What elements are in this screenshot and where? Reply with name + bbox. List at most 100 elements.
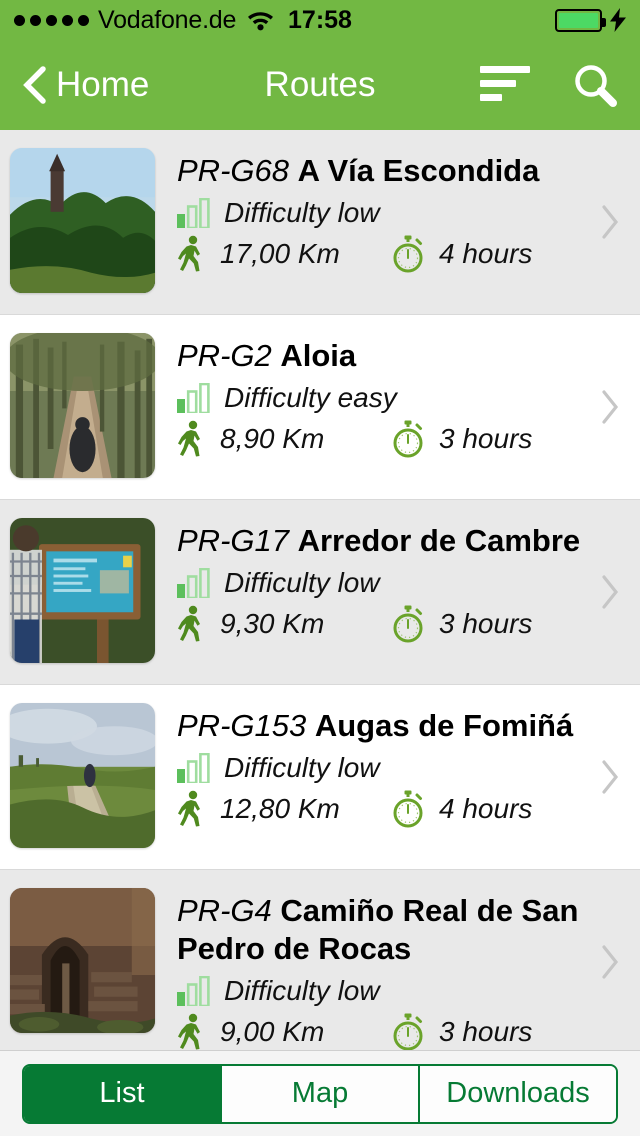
- list-item[interactable]: PR-G68 A Vía Escondida Difficulty low 17…: [0, 130, 640, 315]
- chevron-right-icon: [600, 389, 620, 425]
- stopwatch-icon: [390, 235, 426, 273]
- route-code: PR-G68: [177, 153, 289, 188]
- distance-label: 9,30 Km: [220, 608, 325, 639]
- route-code: PR-G2: [177, 338, 272, 373]
- duration-label: 3 hours: [439, 423, 533, 454]
- stopwatch-icon: [390, 790, 426, 828]
- list-item[interactable]: PR-G17 Arredor de Cambre Difficulty low …: [0, 500, 640, 685]
- route-distance: 9,30 Km: [177, 605, 377, 643]
- tab-map[interactable]: Map: [222, 1065, 420, 1122]
- chevron-left-icon: [22, 65, 48, 105]
- difficulty-label: Difficulty easy: [224, 382, 397, 413]
- difficulty-label: Difficulty low: [224, 975, 380, 1006]
- distance-label: 12,80 Km: [220, 793, 340, 824]
- difficulty-label: Difficulty low: [224, 197, 380, 228]
- route-distance: 9,00 Km: [177, 1013, 377, 1050]
- route-distance: 17,00 Km: [177, 235, 377, 273]
- distance-label: 8,90 Km: [220, 423, 325, 454]
- stopwatch-icon: [390, 420, 426, 458]
- route-stats: 12,80 Km 4 hours: [177, 790, 588, 828]
- route-difficulty: Difficulty low: [177, 751, 588, 785]
- route-difficulty: Difficulty low: [177, 196, 588, 230]
- app-root: Vodafone.de 17:58 Home Routes PR-G68 A V…: [0, 0, 640, 1136]
- difficulty-label: Difficulty low: [224, 752, 380, 783]
- list-item[interactable]: PR-G4 Camiño Real de San Pedro de Rocas …: [0, 870, 640, 1050]
- tab-list[interactable]: List: [24, 1065, 222, 1122]
- duration-label: 3 hours: [439, 608, 533, 639]
- lightning-bolt-icon: [610, 8, 626, 32]
- route-info: PR-G2 Aloia Difficulty easy 8,90 Km 3 ho…: [155, 329, 640, 458]
- chevron-right-icon: [600, 944, 620, 980]
- route-duration: 3 hours: [390, 1013, 532, 1050]
- route-distance: 8,90 Km: [177, 420, 377, 458]
- route-name: A Vía Escondida: [297, 153, 540, 188]
- route-stats: 9,30 Km 3 hours: [177, 605, 588, 643]
- route-difficulty: Difficulty low: [177, 566, 588, 600]
- route-thumbnail: [10, 333, 155, 478]
- route-title: PR-G2 Aloia: [177, 337, 588, 375]
- chevron-right-icon: [600, 204, 620, 240]
- stopwatch-icon: [390, 1013, 426, 1050]
- difficulty-bars-icon: [177, 197, 211, 230]
- walking-person-icon: [177, 605, 207, 643]
- route-thumbnail: [10, 703, 155, 848]
- route-duration: 3 hours: [390, 605, 532, 643]
- route-thumbnail: [10, 888, 155, 1033]
- route-code: PR-G4: [177, 893, 272, 928]
- route-info: PR-G153 Augas de Fomiñá Difficulty low 1…: [155, 699, 640, 828]
- signal-strength-dots: [14, 14, 89, 26]
- route-duration: 4 hours: [390, 790, 532, 828]
- route-title: PR-G153 Augas de Fomiñá: [177, 707, 588, 745]
- route-title: PR-G17 Arredor de Cambre: [177, 522, 588, 560]
- route-code: PR-G17: [177, 523, 289, 558]
- route-title: PR-G4 Camiño Real de San Pedro de Rocas: [177, 892, 588, 968]
- distance-label: 9,00 Km: [220, 1016, 325, 1047]
- list-item[interactable]: PR-G153 Augas de Fomiñá Difficulty low 1…: [0, 685, 640, 870]
- route-info: PR-G4 Camiño Real de San Pedro de Rocas …: [155, 884, 640, 1050]
- route-name: Arredor de Cambre: [297, 523, 581, 558]
- walking-person-icon: [177, 1013, 207, 1050]
- status-right-group: [555, 8, 626, 32]
- nav-actions: [480, 62, 618, 108]
- route-stats: 9,00 Km 3 hours: [177, 1013, 588, 1050]
- difficulty-label: Difficulty low: [224, 567, 380, 598]
- duration-label: 4 hours: [439, 793, 533, 824]
- route-thumbnail: [10, 148, 155, 293]
- route-duration: 4 hours: [390, 235, 532, 273]
- route-info: PR-G17 Arredor de Cambre Difficulty low …: [155, 514, 640, 643]
- walking-person-icon: [177, 790, 207, 828]
- battery-icon: [555, 8, 606, 32]
- route-distance: 12,80 Km: [177, 790, 377, 828]
- navigation-bar: Home Routes: [0, 40, 640, 130]
- search-icon[interactable]: [572, 62, 618, 108]
- route-thumbnail: [10, 518, 155, 663]
- route-info: PR-G68 A Vía Escondida Difficulty low 17…: [155, 144, 640, 273]
- route-difficulty: Difficulty easy: [177, 381, 588, 415]
- distance-label: 17,00 Km: [220, 238, 340, 269]
- difficulty-bars-icon: [177, 567, 211, 600]
- back-button[interactable]: Home: [22, 65, 149, 105]
- difficulty-bars-icon: [177, 752, 211, 785]
- duration-label: 4 hours: [439, 238, 533, 269]
- tab-downloads[interactable]: Downloads: [420, 1065, 616, 1122]
- stopwatch-icon: [390, 605, 426, 643]
- walking-person-icon: [177, 235, 207, 273]
- status-bar: Vodafone.de 17:58: [0, 0, 640, 40]
- status-time: 17:58: [288, 5, 352, 34]
- bottom-tab-bar: List Map Downloads: [0, 1050, 640, 1136]
- route-list[interactable]: PR-G68 A Vía Escondida Difficulty low 17…: [0, 130, 640, 1050]
- difficulty-bars-icon: [177, 975, 211, 1008]
- wifi-icon: [247, 9, 274, 31]
- route-name: Augas de Fomiñá: [314, 708, 574, 743]
- route-name: Aloia: [280, 338, 357, 373]
- list-item[interactable]: PR-G2 Aloia Difficulty easy 8,90 Km 3 ho…: [0, 315, 640, 500]
- route-stats: 17,00 Km 4 hours: [177, 235, 588, 273]
- sort-icon[interactable]: [480, 66, 530, 104]
- carrier-label: Vodafone.de: [98, 5, 237, 34]
- duration-label: 3 hours: [439, 1016, 533, 1047]
- walking-person-icon: [177, 420, 207, 458]
- chevron-right-icon: [600, 574, 620, 610]
- difficulty-bars-icon: [177, 382, 211, 415]
- route-title: PR-G68 A Vía Escondida: [177, 152, 588, 190]
- route-duration: 3 hours: [390, 420, 532, 458]
